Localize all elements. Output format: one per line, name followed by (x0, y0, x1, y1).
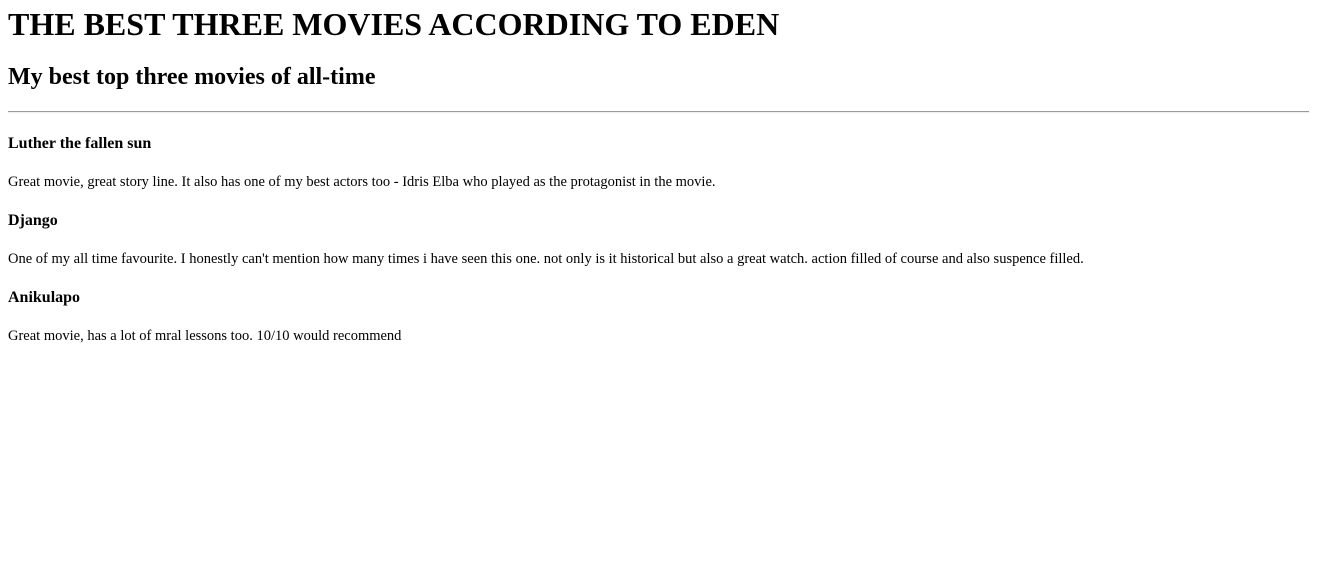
movie-description: Great movie, great story line. It also h… (8, 174, 716, 190)
page-title: THE BEST THREE MOVIES ACCORDING TO EDEN (8, 6, 780, 42)
movie-title: Luther the fallen sun (8, 135, 152, 152)
divider (8, 111, 1309, 113)
movie-title: Django (8, 212, 58, 229)
movie-item: Luther the fallen sun Great movie, great… (8, 134, 1309, 191)
page-content: THE BEST THREE MOVIES ACCORDING TO EDEN … (0, 0, 1317, 345)
movie-description: Great movie, has a lot of mral lessons t… (8, 328, 402, 344)
movie-item: Django One of my all time favourite. I h… (8, 211, 1309, 268)
movie-item: Anikulapo Great movie, has a lot of mral… (8, 288, 1309, 345)
page-subtitle: My best top three movies of all-time (8, 64, 376, 90)
movie-description: One of my all time favourite. I honestly… (8, 251, 1084, 267)
movie-title: Anikulapo (8, 289, 81, 306)
